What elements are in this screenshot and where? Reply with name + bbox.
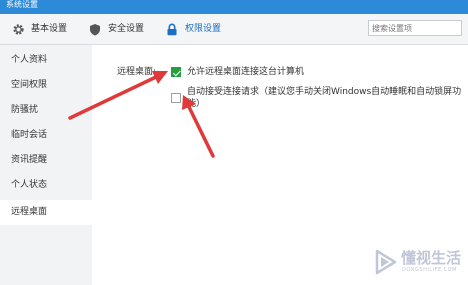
remote-desktop-label: 远程桌面:	[117, 67, 157, 77]
auto-accept-option[interactable]: 自动接受连接请求（建议您手动关闭Windows自动睡眠和自动锁屏功能）	[171, 86, 468, 110]
sidebar-item-label: 防骚扰	[11, 105, 39, 115]
sidebar-item-label: 个人资料	[11, 55, 48, 65]
title-bar: 系统设置	[0, 0, 468, 14]
allow-remote-desktop-checkbox[interactable]	[171, 67, 181, 77]
sidebar-item-anti-harassment[interactable]: 防骚扰	[0, 98, 92, 123]
window-title: 系统设置	[6, 0, 38, 9]
auto-accept-checkbox[interactable]	[171, 93, 181, 103]
sidebar-item-temp-session[interactable]: 临时会话	[0, 123, 92, 148]
tab-permission-settings[interactable]: 权限设置	[165, 21, 221, 37]
sidebar-item-label: 临时会话	[11, 130, 48, 140]
lock-icon	[165, 22, 179, 36]
watermark-title: 懂视生活	[401, 249, 462, 267]
watermark: 懂视生活 DONGSHILIFE.COM	[375, 245, 465, 281]
sidebar-item-news-reminder[interactable]: 资讯提醒	[0, 148, 92, 173]
auto-accept-text: 自动接受连接请求（建议您手动关闭Windows自动睡眠和自动锁屏功能）	[187, 87, 462, 109]
tab-basic-settings[interactable]: 基本设置	[11, 21, 67, 37]
watermark-logo	[375, 249, 397, 275]
sidebar-item-space-permission[interactable]: 空间权限	[0, 73, 92, 98]
tab-label: 基本设置	[31, 24, 68, 34]
sidebar: 个人资料 空间权限 防骚扰 临时会话 资讯提醒 个人状态 远程桌面	[0, 45, 92, 285]
tab-label: 安全设置	[108, 24, 145, 34]
sidebar-item-label: 资讯提醒	[11, 155, 48, 165]
allow-remote-desktop-text: 允许远程桌面连接这台计算机	[187, 67, 305, 77]
sidebar-item-label: 空间权限	[11, 80, 48, 90]
search-input[interactable]	[369, 21, 463, 35]
tab-label: 权限设置	[185, 24, 222, 34]
shield-icon	[88, 22, 102, 36]
search-box[interactable]	[368, 20, 463, 36]
allow-remote-desktop-option[interactable]: 允许远程桌面连接这台计算机	[171, 66, 304, 78]
sidebar-item-personal-status[interactable]: 个人状态	[0, 173, 92, 198]
watermark-subtitle: DONGSHILIFE.COM	[402, 267, 457, 273]
tab-security-settings[interactable]: 安全设置	[88, 21, 144, 37]
sidebar-item-profile[interactable]: 个人资料	[0, 48, 92, 73]
sidebar-item-label: 远程桌面	[11, 207, 48, 217]
sidebar-item-remote-desktop[interactable]: 远程桌面	[0, 200, 92, 225]
sidebar-item-label: 个人状态	[11, 180, 48, 190]
gear-icon	[11, 22, 25, 36]
